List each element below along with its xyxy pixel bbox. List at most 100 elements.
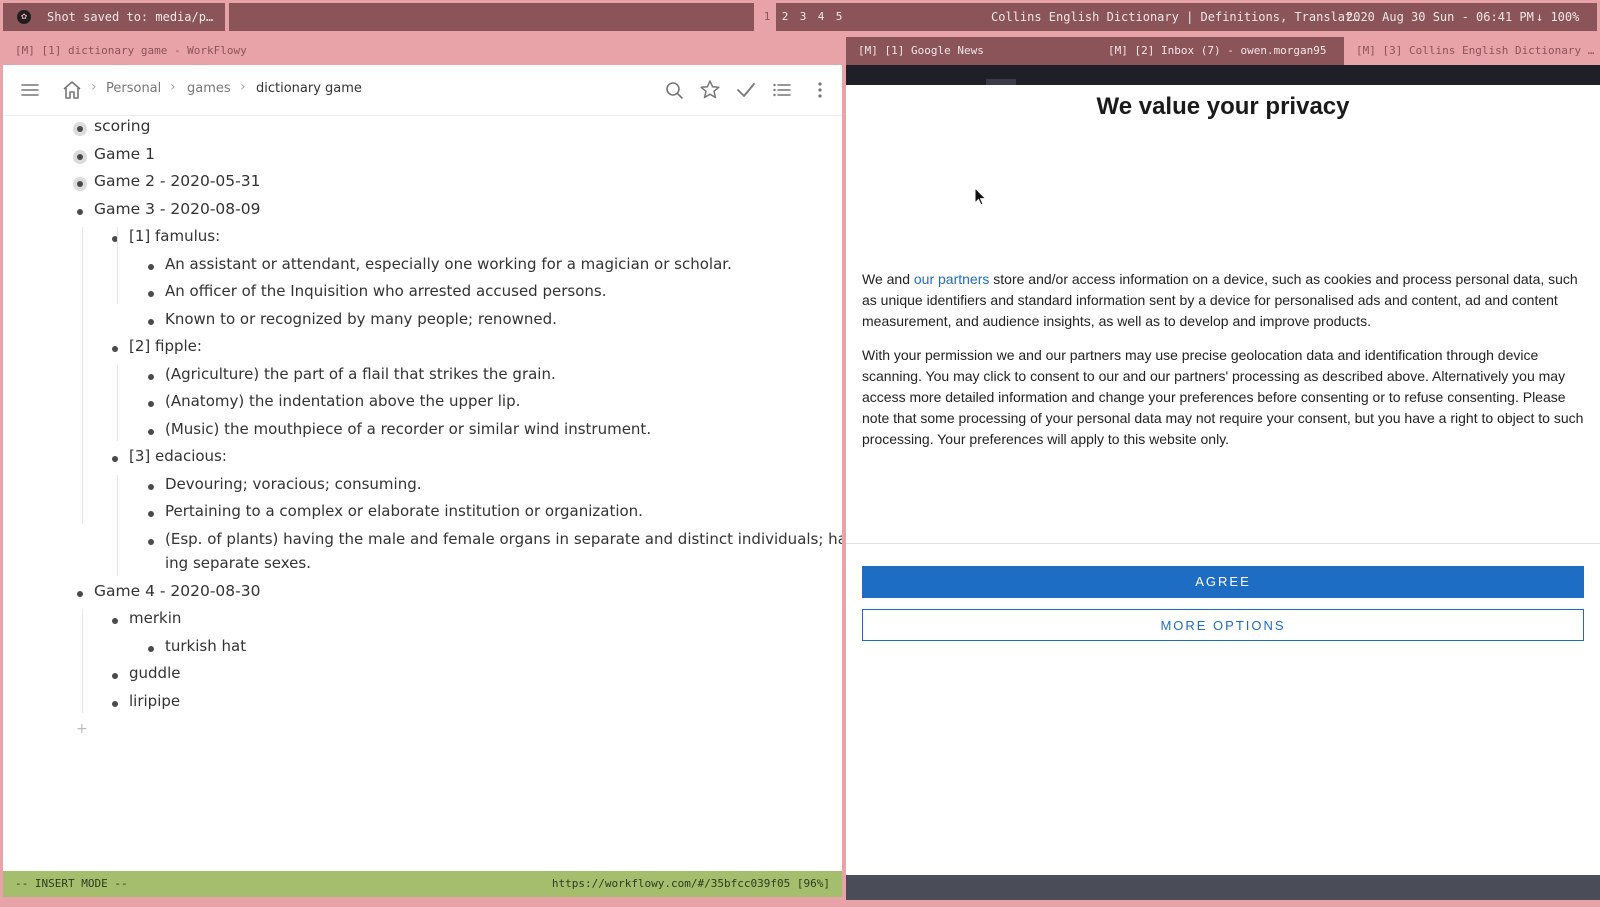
outline-item[interactable]: Known to or recognized by many people; r… bbox=[165, 310, 557, 328]
outline-item-continuation[interactable]: ing separate sexes. bbox=[165, 554, 311, 572]
outline-item[interactable]: (Anatomy) the indentation above the uppe… bbox=[165, 392, 520, 410]
active-window-title: Collins English Dictionary | Definitions… bbox=[991, 10, 1360, 24]
tab-workflowy[interactable]: [M] [1] dictionary game - WorkFlowy bbox=[15, 44, 247, 57]
outline-item[interactable]: [1] famulus: bbox=[129, 227, 220, 245]
workflowy-pane: [M] [1] dictionary game - WorkFlowy › Pe… bbox=[3, 37, 842, 897]
list-view-icon[interactable] bbox=[769, 77, 795, 103]
chevron-right-icon: › bbox=[170, 79, 176, 95]
agree-button[interactable]: AGREE bbox=[862, 566, 1584, 598]
outline-item[interactable]: (Agriculture) the part of a flail that s… bbox=[165, 365, 556, 383]
bullet-icon[interactable] bbox=[148, 401, 154, 407]
bullet-icon[interactable] bbox=[148, 263, 154, 270]
checkmark-icon[interactable] bbox=[733, 77, 759, 103]
outline-item[interactable]: Devouring; voracious; consuming. bbox=[165, 475, 422, 493]
privacy-paragraph-2: With your permission we and our partners… bbox=[862, 347, 1584, 447]
notification-text: Shot saved to: media/p… bbox=[47, 10, 214, 24]
breadcrumb-current: dictionary game bbox=[256, 81, 362, 96]
bullet-icon[interactable] bbox=[112, 673, 118, 679]
bullet-icon[interactable] bbox=[148, 291, 154, 297]
outline-item[interactable]: scoring bbox=[94, 117, 150, 135]
outline-item[interactable]: (Esp. of plants) having the male and fem… bbox=[165, 530, 842, 548]
privacy-paragraph-1: We and our partners store and/or access … bbox=[862, 269, 1584, 332]
indent-guide bbox=[117, 474, 118, 576]
indent-guide bbox=[82, 227, 83, 524]
workspace-5[interactable]: 5 bbox=[830, 3, 846, 31]
outline-item[interactable]: An assistant or attendant, especially on… bbox=[165, 255, 732, 273]
workspace-switcher: 1 2 3 4 5 bbox=[758, 3, 846, 31]
outline-item[interactable]: [2] fipple: bbox=[129, 337, 202, 355]
collapsed-bullet-icon[interactable] bbox=[77, 181, 83, 187]
top-status-bar: ✿ Shot saved to: media/p… 1 2 3 4 5 Coll… bbox=[0, 0, 1600, 34]
bullet-icon[interactable] bbox=[148, 483, 154, 490]
bullet-icon[interactable] bbox=[148, 373, 154, 380]
paragraph-text: We and bbox=[862, 271, 914, 287]
menu-icon[interactable] bbox=[17, 77, 43, 103]
search-icon[interactable] bbox=[661, 77, 687, 103]
outline-item[interactable]: Pertaining to a complex or elaborate ins… bbox=[165, 502, 643, 520]
screenshot-icon: ✿ bbox=[17, 10, 31, 24]
collapsed-bullet-icon[interactable] bbox=[77, 153, 83, 160]
outline-item[interactable]: An officer of the Inquisition who arrest… bbox=[165, 282, 606, 300]
indent-guide bbox=[82, 609, 83, 713]
breadcrumb-games[interactable]: games bbox=[187, 81, 231, 96]
bullet-icon[interactable] bbox=[148, 645, 154, 652]
bullet-icon[interactable] bbox=[77, 590, 83, 597]
divider bbox=[846, 543, 1600, 544]
outline-list: scoring Game 1 Game 2 - 2020-05-31 Game 3 -… bbox=[3, 117, 842, 907]
outline-item[interactable]: [3] edacious: bbox=[129, 447, 227, 465]
bullet-icon[interactable] bbox=[148, 538, 154, 545]
browser-pane: [M] [1] Google News [M] [2] Inbox (7) - … bbox=[846, 37, 1600, 900]
star-icon[interactable] bbox=[697, 77, 723, 103]
our-partners-link[interactable]: our partners bbox=[914, 271, 989, 287]
workspace-1[interactable]: 1 bbox=[758, 3, 776, 31]
chevron-right-icon: › bbox=[240, 79, 246, 95]
outline-item[interactable]: Game 3 - 2020-08-09 bbox=[94, 200, 260, 218]
home-icon[interactable] bbox=[59, 77, 85, 103]
browser-status-bar bbox=[846, 875, 1600, 900]
browser-tab-bar: [M] [1] Google News [M] [2] Inbox (7) - … bbox=[846, 37, 1600, 65]
outline-item[interactable]: liripipe bbox=[129, 692, 180, 710]
system-status: Collins English Dictionary | Definitions… bbox=[846, 3, 1597, 31]
chevron-right-icon: › bbox=[91, 79, 97, 95]
privacy-consent-dialog: We value your privacy We and our partner… bbox=[846, 85, 1600, 875]
outline-item[interactable]: Game 1 bbox=[94, 145, 155, 163]
notification-area: ✿ Shot saved to: media/p… bbox=[3, 3, 225, 31]
mouse-cursor-icon bbox=[974, 186, 988, 211]
bullet-icon[interactable] bbox=[77, 208, 83, 215]
bullet-icon[interactable] bbox=[112, 700, 118, 707]
privacy-title: We value your privacy bbox=[1096, 93, 1350, 120]
add-item-icon[interactable]: + bbox=[76, 721, 88, 737]
workspace-2[interactable]: 2 bbox=[776, 3, 794, 31]
outline-item[interactable]: Game 4 - 2020-08-30 bbox=[94, 582, 260, 600]
outline-item[interactable]: merkin bbox=[129, 609, 181, 627]
bullet-icon[interactable] bbox=[148, 318, 154, 325]
tab-collins-dictionary[interactable]: [M] [3] Collins English Dictionary … bbox=[1344, 37, 1600, 65]
site-header-strip bbox=[846, 65, 1600, 85]
bullet-icon[interactable] bbox=[112, 456, 118, 462]
clock: 2020 Aug 30 Sun - 06:41 PM bbox=[1346, 10, 1534, 24]
status-spacer bbox=[229, 3, 754, 31]
status-bar: -- INSERT MODE -- https://workflowy.com/… bbox=[3, 871, 842, 897]
tab-inbox[interactable]: [M] [2] Inbox (7) - owen.morgan95@g… bbox=[1108, 37, 1326, 65]
outline-item[interactable]: guddle bbox=[129, 664, 180, 682]
more-options-icon[interactable] bbox=[807, 77, 833, 103]
outline-item[interactable]: turkish hat bbox=[165, 637, 246, 655]
bullet-icon[interactable] bbox=[148, 511, 154, 517]
bullet-icon[interactable] bbox=[112, 346, 118, 352]
tab-google-news[interactable]: [M] [1] Google News bbox=[858, 37, 1088, 65]
left-tab-bar[interactable]: [M] [1] dictionary game - WorkFlowy bbox=[3, 37, 842, 65]
outline-item[interactable]: (Music) the mouthpiece of a recorder or … bbox=[165, 420, 651, 438]
breadcrumb-personal[interactable]: Personal bbox=[106, 81, 161, 96]
workspace-3[interactable]: 3 bbox=[794, 3, 812, 31]
bullet-icon[interactable] bbox=[148, 428, 154, 435]
indent-guide bbox=[117, 364, 118, 441]
bullet-icon[interactable] bbox=[112, 618, 118, 624]
status-url: https://workflowy.com/#/35bfcc039f05 [96… bbox=[551, 877, 830, 890]
collapsed-bullet-icon[interactable] bbox=[77, 126, 83, 132]
workflowy-header: › Personal › games › dictionary game bbox=[3, 65, 842, 116]
outline-item[interactable]: Game 2 - 2020-05-31 bbox=[94, 172, 260, 190]
indent-guide bbox=[117, 227, 118, 304]
workspace-4[interactable]: 4 bbox=[812, 3, 830, 31]
battery-indicator: ↓ 100% bbox=[1536, 10, 1580, 24]
more-options-button[interactable]: MORE OPTIONS bbox=[862, 609, 1584, 641]
